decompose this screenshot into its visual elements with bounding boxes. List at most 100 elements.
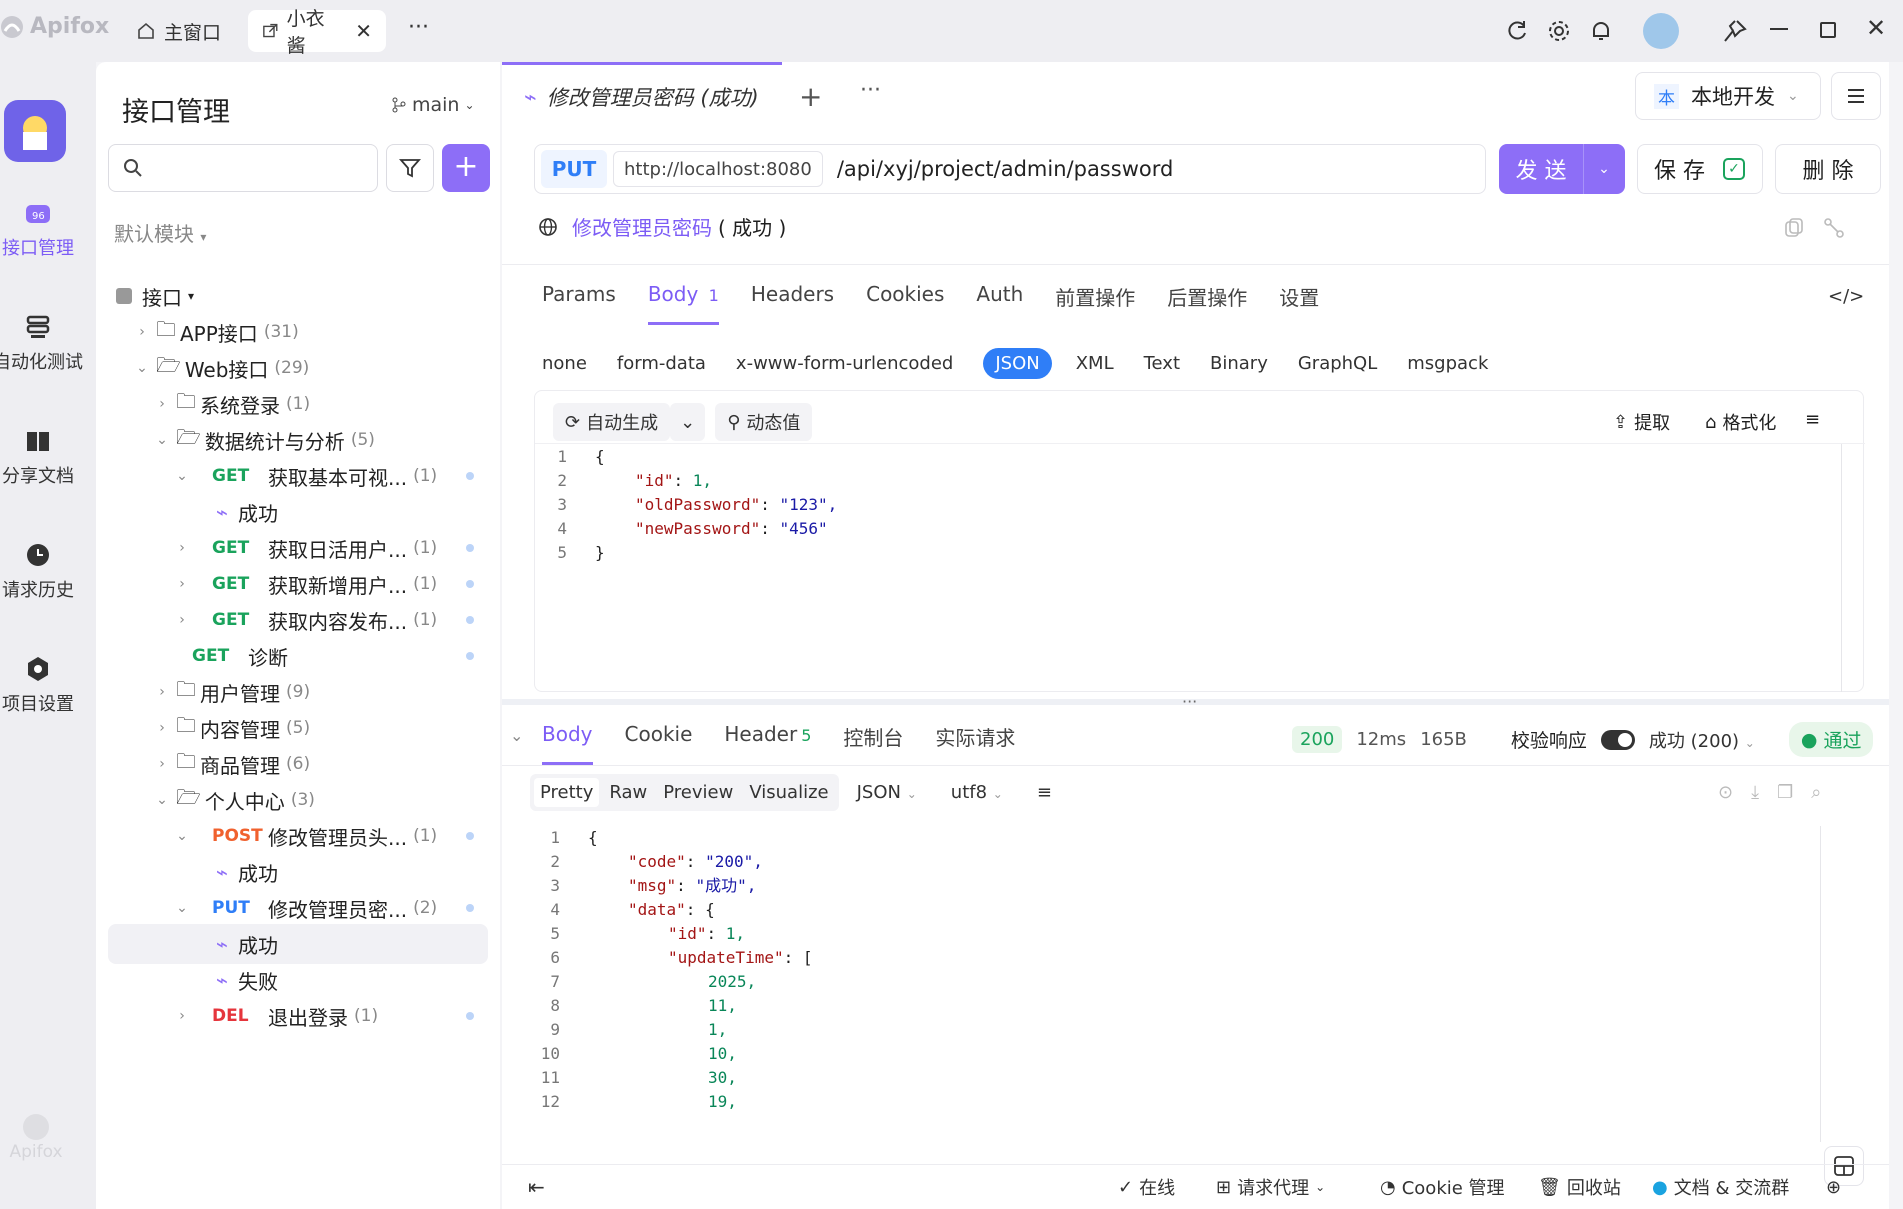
auto-generate-dropdown[interactable]: ⌄ (670, 403, 706, 441)
resp-tab-console[interactable]: 控制台 (843, 722, 903, 765)
tree-endpoint[interactable]: ⌄ PUT 修改管理员密... (2) (96, 888, 500, 928)
scrollbar[interactable] (1841, 444, 1842, 692)
rail-item-api-management[interactable]: 96 接口管理 (0, 198, 86, 260)
response-case-select[interactable]: 成功 (200) ⌄ (1649, 727, 1755, 753)
more-tabs-icon[interactable]: ··· (408, 17, 434, 44)
online-status[interactable]: ✓ 在线 (1118, 1174, 1175, 1200)
module-selector[interactable]: 默认模块 ▾ (114, 218, 206, 247)
request-name-link[interactable]: 修改管理员密码 (572, 212, 712, 241)
resp-tab-header[interactable]: Header 5 (724, 722, 811, 765)
request-tab[interactable]: ⌁ 修改管理员密码 (成功) (524, 82, 759, 112)
tree-case-selected[interactable]: ⌁ 成功 (108, 924, 488, 964)
tree-case[interactable]: ⌁ 成功 (96, 492, 500, 532)
resp-tab-cookie[interactable]: Cookie (625, 722, 693, 765)
tree-case[interactable]: ⌁ 失败 (96, 960, 500, 1000)
rail-item-project-settings[interactable]: 项目设置 (0, 654, 86, 716)
wrap-icon[interactable]: ≡ (1037, 782, 1052, 803)
tab-pre-ops[interactable]: 前置操作 (1055, 282, 1135, 325)
search-icon[interactable]: ⌕ (1811, 782, 1821, 803)
docs-community[interactable]: ● 文档 & 交流群 (1652, 1174, 1789, 1200)
view-raw[interactable]: Raw (603, 778, 653, 807)
filter-button[interactable] (386, 144, 434, 192)
tree-folder[interactable]: ⌄ 🗁 个人中心 (3) (96, 780, 500, 820)
wrap-icon[interactable]: ≡ (1805, 409, 1820, 430)
chevron-down-icon[interactable]: ⌄ (1584, 161, 1624, 177)
view-visualize[interactable]: Visualize (743, 778, 834, 807)
close-tab-icon[interactable]: ✕ (355, 19, 372, 43)
maximize-icon[interactable] (1820, 22, 1836, 38)
tree-folder[interactable]: ⌄ 🗁 数据统计与分析 (5) (96, 420, 500, 460)
tree-folder[interactable]: › 🗀 系统登录 (1) (96, 384, 500, 424)
tree-endpoint[interactable]: › GET 获取日活用户... (1) (96, 528, 500, 568)
minimize-icon[interactable] (1770, 28, 1788, 30)
body-type-graphql[interactable]: GraphQL (1298, 353, 1377, 374)
copy-icon[interactable]: ❐ (1777, 782, 1793, 803)
url-bar[interactable]: PUT http://localhost:8080 /api/xyj/proje… (534, 144, 1486, 194)
body-type-none[interactable]: none (542, 353, 587, 374)
branch-selector[interactable]: main ⌄ (391, 94, 475, 116)
copy-icon[interactable] (1782, 216, 1806, 240)
proxy-selector[interactable]: ⊞ 请求代理 ⌄ (1216, 1174, 1325, 1200)
collapse-sidebar-icon[interactable]: ⇤ (528, 1175, 545, 1199)
save-button[interactable]: 保 存 ✓ (1637, 144, 1763, 194)
tree-endpoint[interactable]: GET 诊断 (96, 636, 500, 676)
resp-tab-actual-request[interactable]: 实际请求 (935, 722, 1015, 765)
tab-cookies[interactable]: Cookies (866, 282, 944, 325)
view-pretty[interactable]: Pretty (534, 778, 600, 807)
drag-handle-icon[interactable]: ··· (1182, 692, 1197, 711)
tree-folder[interactable]: › 🗀 APP接口 (31) (96, 312, 500, 352)
delete-button[interactable]: 删 除 (1775, 144, 1881, 194)
tree-folder[interactable]: › 🗀 用户管理 (9) (96, 672, 500, 712)
code-icon[interactable]: </> (1828, 286, 1864, 307)
environment-selector[interactable]: 本 本地开发 ⌄ (1635, 72, 1821, 120)
dynamic-value-button[interactable]: ⚲ 动态值 (715, 403, 813, 441)
format-button[interactable]: ⌂ 格式化 (1705, 409, 1776, 435)
tab-auth[interactable]: Auth (976, 282, 1023, 325)
rail-item-auto-test[interactable]: 自动化测试 (0, 312, 86, 374)
upload-icon[interactable]: ⊙ (1718, 782, 1733, 803)
bell-icon[interactable] (1588, 18, 1614, 44)
auto-generate-button[interactable]: ⟳ 自动生成 (553, 403, 671, 441)
base-url[interactable]: http://localhost:8080 (613, 151, 823, 187)
send-button[interactable]: 发 送 ⌄ (1499, 144, 1625, 194)
body-type-text[interactable]: Text (1144, 353, 1180, 374)
tree-folder[interactable]: ⌄ 🗁 Web接口 (29) (96, 348, 500, 388)
rail-item-share-docs[interactable]: 分享文档 (0, 426, 86, 488)
tree-endpoint[interactable]: › GET 获取内容发布... (1) (96, 600, 500, 640)
extract-button[interactable]: ⇪ 提取 (1613, 409, 1670, 435)
share-icon[interactable] (1822, 216, 1846, 240)
tab-project[interactable]: 小衣酱 ✕ (248, 8, 386, 57)
method-select[interactable]: PUT (541, 150, 607, 188)
download-icon[interactable]: ⤓ (1751, 782, 1759, 803)
tree-endpoint[interactable]: › DEL 退出登录 (1) (96, 996, 500, 1036)
close-window-icon[interactable]: ✕ (1866, 14, 1892, 42)
body-type-binary[interactable]: Binary (1210, 353, 1268, 374)
validate-toggle[interactable] (1600, 729, 1635, 750)
new-tab-button[interactable]: + (799, 80, 822, 113)
pin-icon[interactable] (1722, 18, 1748, 44)
search-input[interactable] (108, 144, 378, 192)
more-icon[interactable]: ··· (860, 78, 881, 103)
add-button[interactable]: + (442, 144, 490, 192)
tab-body[interactable]: Body 1 (647, 282, 719, 325)
view-preview[interactable]: Preview (657, 778, 739, 807)
tree-endpoint[interactable]: › GET 获取新增用户... (1) (96, 564, 500, 604)
upgrade-icon[interactable]: ⊕ (1826, 1177, 1841, 1198)
tree-folder[interactable]: › 🗀 内容管理 (5) (96, 708, 500, 748)
refresh-icon[interactable] (1504, 18, 1530, 44)
avatar[interactable] (1643, 13, 1679, 49)
tab-post-ops[interactable]: 后置操作 (1167, 282, 1247, 325)
cookie-manager[interactable]: ◔ Cookie 管理 (1380, 1174, 1505, 1200)
request-body-editor[interactable]: ⟳ 自动生成 ⌄ ⚲ 动态值 ⇪ 提取 ⌂ 格式化 ≡ 1{ 2 "id": 1, 3 "o… (534, 390, 1865, 692)
resp-tab-body[interactable]: Body (542, 722, 593, 765)
trash-bin[interactable]: 🗑 回收站 (1538, 1174, 1621, 1200)
format-select[interactable]: JSON ⌄ (857, 782, 917, 803)
body-type-json[interactable]: JSON (983, 348, 1052, 379)
body-type-form-data[interactable]: form-data (617, 353, 706, 374)
path-input[interactable]: /api/xyj/project/admin/password (837, 157, 1173, 181)
settings-icon[interactable] (1546, 18, 1572, 44)
tab-headers[interactable]: Headers (751, 282, 834, 325)
tree-endpoint[interactable]: ⌄ POST 修改管理员头... (1) (96, 816, 500, 856)
tab-main-window[interactable]: 主窗口 (122, 10, 235, 52)
tree-folder[interactable]: › 🗀 商品管理 (6) (96, 744, 500, 784)
